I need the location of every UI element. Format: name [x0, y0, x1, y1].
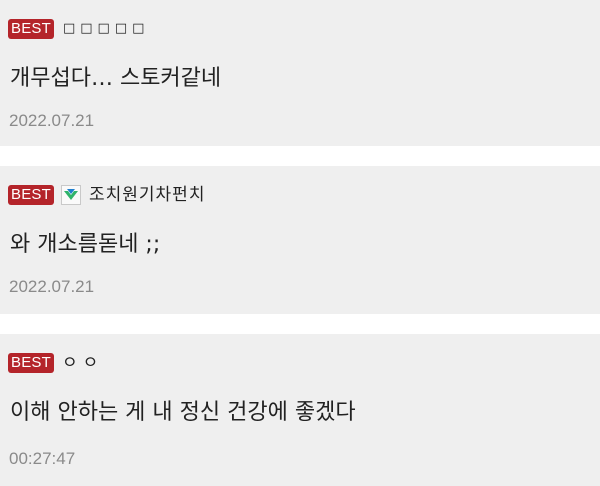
comment-author[interactable]: 조치원기차펀치: [89, 185, 205, 205]
comment-item: BEST ㅇㅇ 이해 안하는 게 내 정신 건강에 좋겠다 00:27:47: [0, 334, 600, 486]
comment-timestamp: 00:27:47: [9, 449, 76, 468]
best-badge: BEST: [8, 353, 54, 373]
comment-header: BEST ㅇㅇ: [8, 350, 103, 376]
best-badge: BEST: [8, 185, 54, 205]
comment-item: BEST 조치원기차펀치 와 개소름돋네 ;; 2022.07.21: [0, 166, 600, 314]
comment-list: BEST □□□□□ 개무섭다… 스토커같네 2022.07.21 BEST 조…: [0, 0, 600, 486]
comment-author[interactable]: ㅇㅇ: [62, 353, 103, 373]
best-badge: BEST: [8, 19, 54, 39]
comment-timestamp: 2022.07.21: [9, 277, 95, 296]
comment-text: 개무섭다… 스토커같네: [10, 66, 222, 91]
comment-header: BEST 조치원기차펀치: [8, 182, 205, 208]
comment-text: 이해 안하는 게 내 정신 건강에 좋겠다: [10, 400, 356, 425]
comment-author[interactable]: □□□□□: [63, 19, 149, 39]
comment-timestamp: 2022.07.21: [9, 111, 95, 130]
comment-header: BEST □□□□□: [8, 16, 149, 42]
comment-text: 와 개소름돋네 ;;: [10, 232, 161, 257]
comment-item: BEST □□□□□ 개무섭다… 스토커같네 2022.07.21: [0, 0, 600, 146]
level-icon: [60, 185, 81, 205]
